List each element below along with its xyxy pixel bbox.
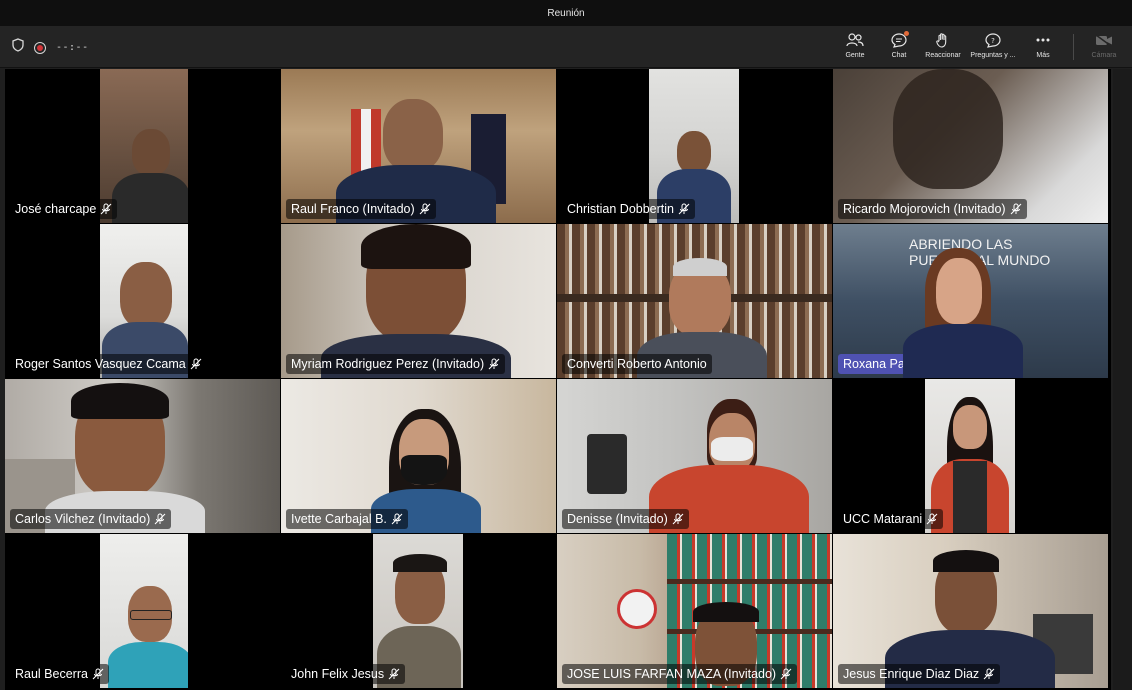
more-icon bbox=[1035, 30, 1051, 50]
camera-off-icon bbox=[1095, 30, 1113, 50]
mic-muted-icon bbox=[154, 513, 166, 525]
participant-video bbox=[100, 534, 188, 688]
participant-tile[interactable]: Converti Roberto Antonio bbox=[557, 224, 832, 378]
people-label: Gente bbox=[845, 52, 865, 59]
window-title: Reunión bbox=[547, 7, 585, 19]
participant-tile[interactable]: John Felix Jesus bbox=[281, 534, 556, 688]
svg-text:?: ? bbox=[991, 37, 995, 45]
participant-tile[interactable]: Jesus Enrique Diaz Diaz bbox=[833, 534, 1108, 688]
participant-tile[interactable]: UCC Matarani bbox=[833, 379, 1108, 533]
participant-name: José charcape bbox=[15, 202, 97, 216]
participant-tile[interactable]: Roger Santos Vasquez Ccama bbox=[5, 224, 280, 378]
raise-hand-icon bbox=[936, 30, 950, 50]
participant-name: Denisse (Invitado) bbox=[567, 512, 668, 526]
qa-label: Preguntas y ... bbox=[970, 52, 1016, 59]
participant-name-tag: Converti Roberto Antonio bbox=[562, 354, 712, 374]
mic-muted-icon bbox=[672, 513, 684, 525]
mic-muted-icon bbox=[926, 513, 938, 525]
qa-button[interactable]: ? Preguntas y ... bbox=[967, 30, 1019, 59]
more-label: Más bbox=[1036, 52, 1050, 59]
participant-name: Raul Franco (Invitado) bbox=[291, 202, 415, 216]
participant-tile[interactable]: Denisse (Invitado) bbox=[557, 379, 832, 533]
mic-muted-icon bbox=[92, 668, 104, 680]
participant-name: Roger Santos Vasquez Ccama bbox=[15, 357, 186, 371]
participant-name: Ivette Carbajal B. bbox=[291, 512, 387, 526]
camera-label: Cámara bbox=[1091, 52, 1117, 59]
participant-tile[interactable]: Christian Dobbertin bbox=[557, 69, 832, 223]
camera-button[interactable]: Cámara bbox=[1084, 30, 1124, 59]
participant-name-tag: Christian Dobbertin bbox=[562, 199, 695, 219]
call-timer: --:-- bbox=[56, 42, 89, 53]
mic-muted-icon bbox=[388, 668, 400, 680]
react-label: Reaccionar bbox=[925, 52, 961, 59]
participant-tile[interactable]: Raul Becerra bbox=[5, 534, 280, 688]
participant-name: Carlos Vilchez (Invitado) bbox=[15, 512, 151, 526]
participant-name: Christian Dobbertin bbox=[567, 202, 674, 216]
participant-name: UCC Matarani bbox=[843, 512, 923, 526]
title-bar: Reunión bbox=[0, 0, 1132, 26]
qa-icon: ? bbox=[985, 30, 1001, 50]
toolbar-divider bbox=[1073, 34, 1074, 60]
people-icon bbox=[846, 30, 864, 50]
participant-tile[interactable]: ABRIENDO LAS PUERTAS AL MUNDO Roxana Pat… bbox=[833, 224, 1108, 378]
participant-name: John Felix Jesus bbox=[291, 667, 385, 681]
shield-icon[interactable] bbox=[12, 38, 24, 57]
react-button[interactable]: Reaccionar bbox=[923, 30, 963, 59]
participant-tile[interactable]: Raul Franco (Invitado) bbox=[281, 69, 556, 223]
mic-muted-icon bbox=[100, 203, 112, 215]
participant-name-tag: Carlos Vilchez (Invitado) bbox=[10, 509, 172, 529]
mic-muted-icon bbox=[488, 358, 500, 370]
participant-name: Raul Becerra bbox=[15, 667, 88, 681]
participant-name-tag: John Felix Jesus bbox=[286, 664, 406, 684]
meeting-toolbar: --:-- Gente Chat Reaccionar ? Preguntas … bbox=[0, 26, 1132, 68]
mic-muted-icon bbox=[780, 668, 792, 680]
participant-tile[interactable]: Carlos Vilchez (Invitado) bbox=[5, 379, 280, 533]
mic-muted-icon bbox=[1010, 203, 1022, 215]
more-button[interactable]: Más bbox=[1023, 30, 1063, 59]
chat-notification-dot bbox=[904, 31, 909, 36]
participant-name-tag: UCC Matarani bbox=[838, 509, 944, 529]
mic-muted-icon bbox=[678, 203, 690, 215]
participant-tile[interactable]: Ricardo Mojorovich (Invitado) bbox=[833, 69, 1108, 223]
participant-tile[interactable]: Myriam Rodriguez Perez (Invitado) bbox=[281, 224, 556, 378]
chat-icon bbox=[891, 30, 909, 50]
side-panel-edge bbox=[1113, 69, 1132, 690]
participant-name-tag: Raul Becerra bbox=[10, 664, 109, 684]
participant-tile[interactable]: José charcape bbox=[5, 69, 280, 223]
meeting-status: --:-- bbox=[12, 38, 89, 57]
participant-name-tag: Raul Franco (Invitado) bbox=[286, 199, 436, 219]
participant-name: Converti Roberto Antonio bbox=[567, 357, 707, 371]
participant-name-tag: JOSE LUIS FARFAN MAZA (Invitado) bbox=[562, 664, 798, 684]
participant-tile[interactable]: Ivette Carbajal B. bbox=[281, 379, 556, 533]
recording-icon bbox=[34, 41, 46, 54]
participant-name: Jesus Enrique Diaz Diaz bbox=[843, 667, 980, 681]
participant-tile[interactable]: JOSE LUIS FARFAN MAZA (Invitado) bbox=[557, 534, 832, 688]
participant-name: JOSE LUIS FARFAN MAZA (Invitado) bbox=[567, 667, 777, 681]
participant-name-tag: Jesus Enrique Diaz Diaz bbox=[838, 664, 1001, 684]
mic-muted-icon bbox=[419, 203, 431, 215]
people-button[interactable]: Gente bbox=[835, 30, 875, 59]
participant-name-tag: Myriam Rodriguez Perez (Invitado) bbox=[286, 354, 506, 374]
video-grid: José charcape Raul Franco (Invitado) Chr… bbox=[5, 69, 1111, 690]
participant-name-tag: José charcape bbox=[10, 199, 118, 219]
mic-muted-icon bbox=[391, 513, 403, 525]
participant-name: Myriam Rodriguez Perez (Invitado) bbox=[291, 357, 485, 371]
chat-button[interactable]: Chat bbox=[879, 30, 919, 59]
participant-name-tag: Roger Santos Vasquez Ccama bbox=[10, 354, 207, 374]
mic-muted-icon bbox=[190, 358, 202, 370]
mic-muted-icon bbox=[983, 668, 995, 680]
participant-name-tag: Ivette Carbajal B. bbox=[286, 509, 408, 529]
participant-name-tag: Denisse (Invitado) bbox=[562, 509, 689, 529]
chat-label: Chat bbox=[891, 52, 907, 59]
participant-name-tag: Ricardo Mojorovich (Invitado) bbox=[838, 199, 1027, 219]
participant-name: Ricardo Mojorovich (Invitado) bbox=[843, 202, 1006, 216]
